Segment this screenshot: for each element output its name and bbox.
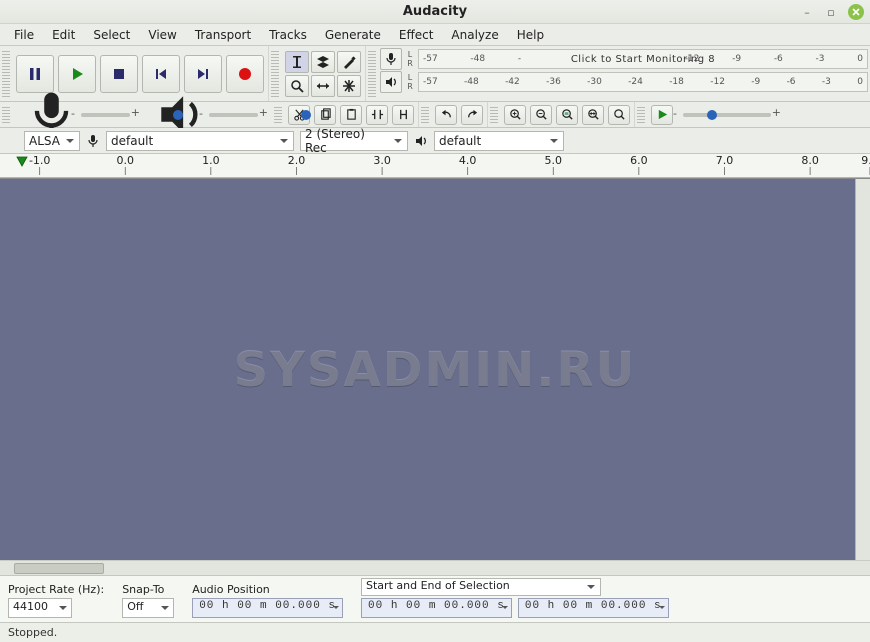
device-toolbar: ALSA default 2 (Stereo) Rec default bbox=[0, 128, 870, 154]
toolbar-grip[interactable] bbox=[2, 50, 10, 97]
menu-help[interactable]: Help bbox=[509, 26, 552, 44]
skip-end-button[interactable] bbox=[184, 55, 222, 93]
zoom-in-button[interactable] bbox=[504, 105, 526, 125]
toolbar-grip[interactable] bbox=[368, 50, 376, 97]
window-title: Audacity bbox=[403, 4, 467, 19]
zoom-toolbar bbox=[500, 102, 635, 127]
audio-position-label: Audio Position bbox=[192, 583, 343, 596]
menu-analyze[interactable]: Analyze bbox=[443, 26, 506, 44]
lr-label: LR bbox=[404, 50, 416, 68]
paste-button[interactable] bbox=[340, 105, 362, 125]
selection-start-field[interactable]: 00 h 00 m 00.000 s bbox=[361, 598, 512, 618]
undo-button[interactable] bbox=[435, 105, 457, 125]
watermark-text: SYSADMIN.RU bbox=[234, 342, 637, 398]
toolbar-grip[interactable] bbox=[637, 106, 645, 123]
timeshift-tool[interactable] bbox=[311, 75, 335, 97]
zoom-out-button[interactable] bbox=[530, 105, 552, 125]
mic-icon bbox=[86, 134, 100, 148]
silence-button[interactable] bbox=[392, 105, 414, 125]
mic-icon[interactable] bbox=[380, 48, 402, 70]
menu-edit[interactable]: Edit bbox=[44, 26, 83, 44]
selection-toolbar: Project Rate (Hz): 44100 Snap-To Off Aud… bbox=[0, 575, 870, 622]
recording-device-select[interactable]: default bbox=[106, 131, 294, 151]
undo-redo-toolbar bbox=[431, 102, 488, 127]
toolbar-grip[interactable] bbox=[421, 106, 429, 123]
envelope-tool[interactable] bbox=[311, 51, 335, 73]
speaker-icon[interactable] bbox=[380, 71, 402, 93]
multi-tool[interactable] bbox=[337, 75, 361, 97]
snap-to-select[interactable]: Off bbox=[122, 598, 174, 618]
track-canvas[interactable]: SYSADMIN.RU bbox=[0, 178, 870, 560]
status-bar: Stopped. bbox=[0, 622, 870, 642]
zoom-toggle-button[interactable] bbox=[608, 105, 630, 125]
maximize-button[interactable]: ▫ bbox=[824, 5, 838, 19]
tools-toolbar bbox=[281, 46, 366, 101]
play-button[interactable] bbox=[58, 55, 96, 93]
titlebar: Audacity – ▫ bbox=[0, 0, 870, 24]
menu-view[interactable]: View bbox=[140, 26, 184, 44]
redo-button[interactable] bbox=[461, 105, 483, 125]
zoom-tool[interactable] bbox=[285, 75, 309, 97]
lr-label: LR bbox=[404, 73, 416, 91]
copy-button[interactable] bbox=[314, 105, 336, 125]
playback-device-select[interactable]: default bbox=[434, 131, 564, 151]
pause-button[interactable] bbox=[16, 55, 54, 93]
menu-transport[interactable]: Transport bbox=[187, 26, 259, 44]
playback-meter[interactable]: -57-48-42-36-30-24-18-12-9-6-30 bbox=[418, 72, 868, 92]
toolbar-grip[interactable] bbox=[490, 106, 498, 123]
menu-select[interactable]: Select bbox=[85, 26, 138, 44]
recording-channels-select[interactable]: 2 (Stereo) Rec bbox=[300, 131, 408, 151]
project-rate-label: Project Rate (Hz): bbox=[8, 583, 104, 596]
meter-overlay-text: Click to Start Monitoring 8 bbox=[419, 50, 867, 68]
play-at-speed-toolbar bbox=[647, 102, 781, 127]
record-button[interactable] bbox=[226, 55, 264, 93]
snap-to-label: Snap-To bbox=[122, 583, 174, 596]
stop-button[interactable] bbox=[100, 55, 138, 93]
menu-tracks[interactable]: Tracks bbox=[261, 26, 315, 44]
close-button[interactable] bbox=[848, 4, 864, 20]
play-at-speed-button[interactable] bbox=[651, 105, 673, 125]
selection-tool[interactable] bbox=[285, 51, 309, 73]
toolbar-grip[interactable] bbox=[2, 106, 10, 123]
recording-meter[interactable]: -57-48--12-9-6-30 Click to Start Monitor… bbox=[418, 49, 868, 69]
menu-effect[interactable]: Effect bbox=[391, 26, 442, 44]
speaker-icon bbox=[414, 134, 428, 148]
skip-start-button[interactable] bbox=[142, 55, 180, 93]
project-rate-select[interactable]: 44100 bbox=[8, 598, 72, 618]
window-controls: – ▫ bbox=[800, 4, 864, 20]
meter-toolbar: LR -57-48--12-9-6-30 Click to Start Moni… bbox=[378, 46, 870, 101]
timeline-ruler[interactable]: -1.0| 0.0| 1.0| 2.0| 3.0| 4.0| 5.0| 6.0|… bbox=[0, 154, 870, 178]
audio-host-select[interactable]: ALSA bbox=[24, 131, 80, 151]
trim-button[interactable] bbox=[366, 105, 388, 125]
selection-end-field[interactable]: 00 h 00 m 00.000 s bbox=[518, 598, 669, 618]
toolbar-row-2 bbox=[0, 102, 870, 128]
minimize-button[interactable]: – bbox=[800, 5, 814, 19]
menu-generate[interactable]: Generate bbox=[317, 26, 389, 44]
menu-file[interactable]: File bbox=[6, 26, 42, 44]
toolbar-grip[interactable] bbox=[274, 106, 282, 123]
draw-tool[interactable] bbox=[337, 51, 361, 73]
status-text: Stopped. bbox=[8, 626, 57, 639]
fit-selection-button[interactable] bbox=[556, 105, 578, 125]
playback-speed-slider[interactable] bbox=[677, 113, 777, 117]
toolbar-grip[interactable] bbox=[271, 50, 279, 97]
audio-position-field[interactable]: 00 h 00 m 00.000 s bbox=[192, 598, 343, 618]
menubar: File Edit Select View Transport Tracks G… bbox=[0, 24, 870, 46]
horizontal-scrollbar[interactable] bbox=[0, 560, 870, 575]
selection-mode-select[interactable]: Start and End of Selection bbox=[361, 578, 601, 596]
fit-project-button[interactable] bbox=[582, 105, 604, 125]
